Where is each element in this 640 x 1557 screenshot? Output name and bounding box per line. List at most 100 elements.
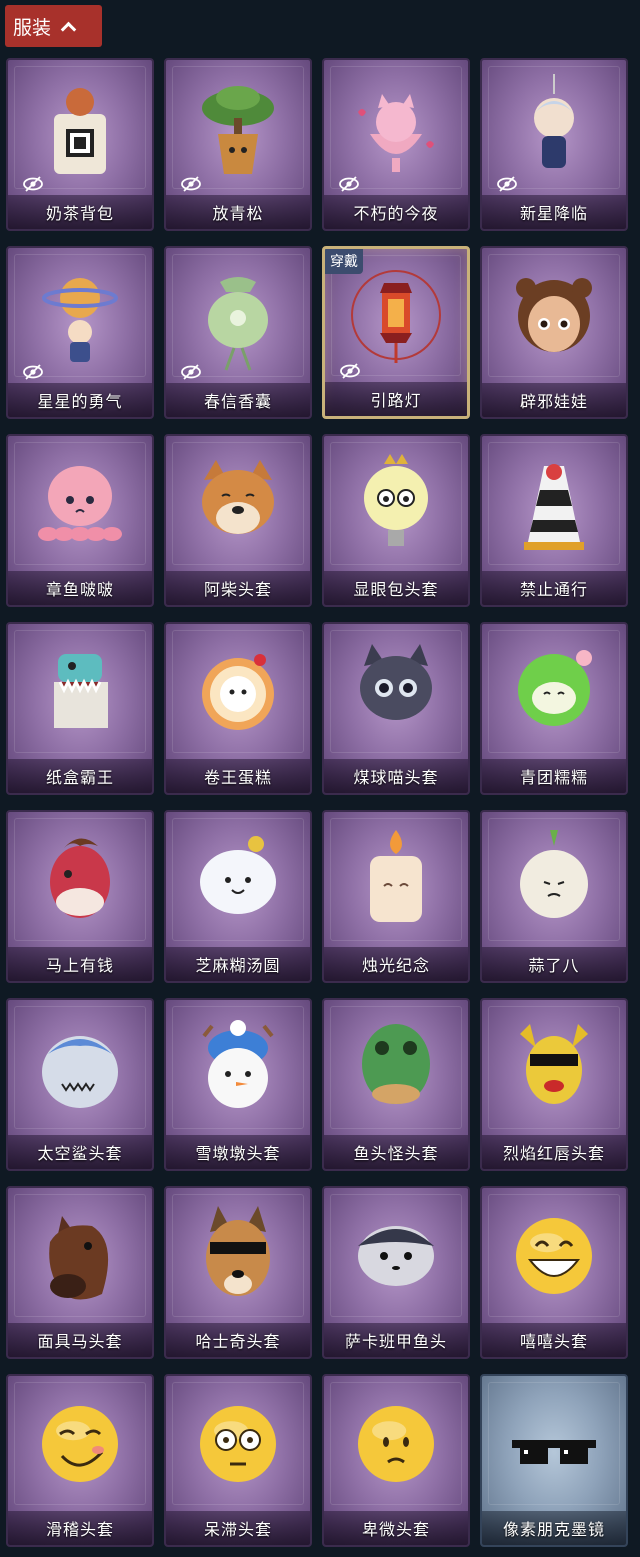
doll-head-icon <box>516 278 592 352</box>
card-label-bar: 星星的勇气 <box>8 383 152 417</box>
costume-card-snowman[interactable]: 雪墩墩头套 <box>164 998 312 1171</box>
card-label-bar: 青团糯糯 <box>482 759 626 793</box>
humble-emoji-icon <box>358 1406 434 1482</box>
card-label-bar: 煤球喵头套 <box>324 759 468 793</box>
costume-card-shark[interactable]: 太空鲨头套 <box>6 998 154 1171</box>
costume-card-pixel-sunglasses[interactable]: 像素朋克墨镜 <box>480 1374 628 1547</box>
card-label-bar: 奶茶背包 <box>8 195 152 229</box>
costume-card-red-lantern[interactable]: 穿戴引路灯 <box>322 246 470 419</box>
costume-card-pink-octopus[interactable]: 章鱼啵啵 <box>6 434 154 607</box>
card-label-bar: 显眼包头套 <box>324 571 468 605</box>
card-label-bar: 芝麻糊汤圆 <box>166 947 310 981</box>
candle-icon <box>370 830 422 922</box>
green-rice-ball-icon <box>518 650 592 726</box>
box-dino-icon <box>54 654 108 728</box>
card-label-bar: 不朽的今夜 <box>324 195 468 229</box>
costume-card-yellow-pika[interactable]: 烈焰红唇头套 <box>480 998 628 1171</box>
costume-name: 章鱼啵啵 <box>45 580 114 599</box>
fish-head-icon <box>362 1024 430 1104</box>
costume-card-horse-mask[interactable]: 面具马头套 <box>6 1186 154 1359</box>
costume-name: 新星降临 <box>519 204 588 223</box>
costume-name: 面具马头套 <box>37 1332 123 1351</box>
costume-card-red-horse[interactable]: 马上有钱 <box>6 810 154 983</box>
red-lantern-icon <box>351 270 441 363</box>
card-label-bar: 哈士奇头套 <box>166 1323 310 1357</box>
card-label-bar: 马上有钱 <box>8 947 152 981</box>
card-label-bar: 新星降临 <box>482 195 626 229</box>
costume-card-doll-head[interactable]: 辟邪娃娃 <box>480 246 628 419</box>
card-label-bar: 纸盒霸王 <box>8 759 152 793</box>
costume-card-star-charm[interactable]: 新星降临 <box>480 58 628 231</box>
costume-card-traffic-cone[interactable]: 禁止通行 <box>480 434 628 607</box>
sacabambaspis-icon <box>358 1226 434 1286</box>
costume-card-humble-emoji[interactable]: 卑微头套 <box>322 1374 470 1547</box>
equipped-badge: 穿戴 <box>325 249 363 274</box>
costume-card-bonsai-pine[interactable]: 放青松 <box>164 58 312 231</box>
star-charm-icon <box>534 74 574 168</box>
costume-name: 煤球喵头套 <box>353 768 439 787</box>
costume-card-lightbulb-head[interactable]: 显眼包头套 <box>322 434 470 607</box>
costume-name: 滑稽头套 <box>45 1520 114 1539</box>
costume-card-shiba-head[interactable]: 阿柴头套 <box>164 434 312 607</box>
costume-name: 马上有钱 <box>45 956 114 975</box>
costume-card-white-dumpling[interactable]: 芝麻糊汤圆 <box>164 810 312 983</box>
costume-card-milk-tea-backpack[interactable]: 奶茶背包 <box>6 58 154 231</box>
costume-card-roll-cake[interactable]: 卷王蛋糕 <box>164 622 312 795</box>
costume-name: 奶茶背包 <box>45 204 114 223</box>
hidden-eye-icon <box>23 364 43 380</box>
hidden-eye-icon <box>23 176 43 192</box>
green-sachet-icon <box>208 277 268 371</box>
costume-name: 太空鲨头套 <box>37 1144 123 1163</box>
stare-emoji-icon <box>200 1406 276 1482</box>
card-label-bar: 雪墩墩头套 <box>166 1135 310 1169</box>
pixel-sunglasses-icon <box>512 1440 596 1464</box>
hidden-eye-icon <box>340 363 360 379</box>
card-label-bar: 烈焰红唇头套 <box>482 1135 626 1169</box>
pink-octopus-icon <box>38 466 122 541</box>
costume-tab-label: 服装 <box>13 16 52 39</box>
costume-card-grin-emoji[interactable]: 嘻嘻头套 <box>480 1186 628 1359</box>
card-label-bar: 太空鲨头套 <box>8 1135 152 1169</box>
costume-card-box-dino[interactable]: 纸盒霸王 <box>6 622 154 795</box>
costume-name: 烛光纪念 <box>361 956 430 975</box>
costume-card-fish-head[interactable]: 鱼头怪头套 <box>322 998 470 1171</box>
shark-icon <box>42 1036 118 1108</box>
costume-name: 像素朋克墨镜 <box>502 1520 605 1539</box>
costume-name: 引路灯 <box>370 391 422 410</box>
costume-card-garlic[interactable]: 蒜了八 <box>480 810 628 983</box>
horse-mask-icon <box>49 1216 109 1300</box>
costume-name: 放青松 <box>212 204 264 223</box>
grin-emoji-icon <box>516 1218 592 1294</box>
costume-tab[interactable]: 服装 <box>5 5 102 47</box>
milk-tea-backpack-icon <box>54 88 106 174</box>
costume-card-funny-emoji[interactable]: 滑稽头套 <box>6 1374 154 1547</box>
costume-card-green-rice-ball[interactable]: 青团糯糯 <box>480 622 628 795</box>
costume-card-pink-cat-cup[interactable]: 不朽的今夜 <box>322 58 470 231</box>
planet-charm-icon <box>42 278 118 362</box>
costume-card-candle[interactable]: 烛光纪念 <box>322 810 470 983</box>
costume-name: 哈士奇头套 <box>195 1332 281 1351</box>
costume-card-stare-emoji[interactable]: 呆滞头套 <box>164 1374 312 1547</box>
costume-name: 鱼头怪头套 <box>353 1144 439 1163</box>
card-label-bar: 放青松 <box>166 195 310 229</box>
costume-card-sacabambaspis[interactable]: 萨卡班甲鱼头 <box>322 1186 470 1359</box>
costume-name: 卷王蛋糕 <box>203 768 272 787</box>
card-label-bar: 卑微头套 <box>324 1511 468 1545</box>
pink-cat-cup-icon <box>358 94 434 172</box>
costume-card-planet-charm[interactable]: 星星的勇气 <box>6 246 154 419</box>
costume-card-black-cat[interactable]: 煤球喵头套 <box>322 622 470 795</box>
card-label-bar: 面具马头套 <box>8 1323 152 1357</box>
shiba-head-icon <box>202 460 274 534</box>
card-label-bar: 烛光纪念 <box>324 947 468 981</box>
chevron-up-icon[interactable] <box>61 19 75 33</box>
bonsai-pine-icon <box>202 86 274 174</box>
card-label-bar: 引路灯 <box>325 382 467 416</box>
costume-card-husky[interactable]: 哈士奇头套 <box>164 1186 312 1359</box>
card-label-bar: 卷王蛋糕 <box>166 759 310 793</box>
red-horse-icon <box>50 838 110 918</box>
snowman-icon <box>202 1020 274 1108</box>
costume-name: 春信香囊 <box>203 392 272 411</box>
costume-name: 禁止通行 <box>519 580 588 599</box>
costume-card-green-sachet[interactable]: 春信香囊 <box>164 246 312 419</box>
costume-name: 卑微头套 <box>361 1520 430 1539</box>
